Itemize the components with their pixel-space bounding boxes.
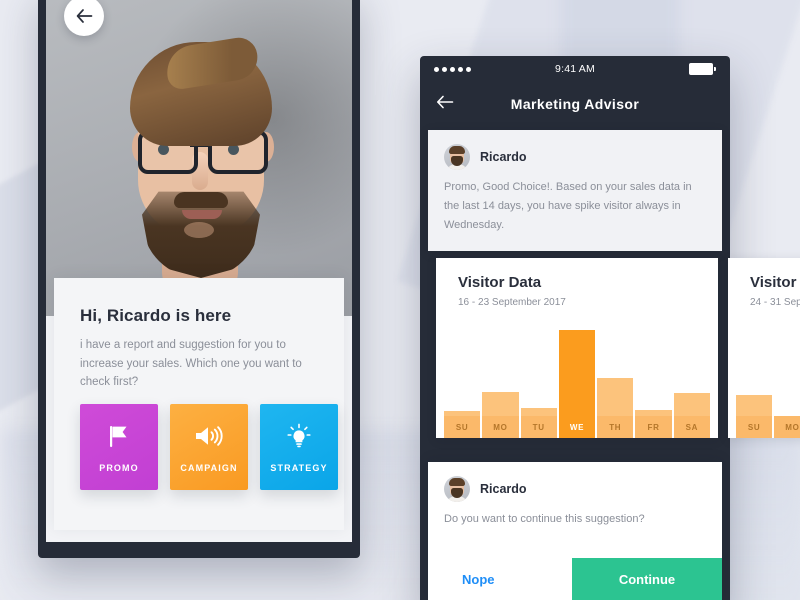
status-time: 9:41 AM bbox=[555, 63, 595, 75]
bar-label: WE bbox=[558, 416, 596, 438]
visitor-data-card-2[interactable]: Visitor Data 24 - 31 September SUMOTUWET… bbox=[728, 258, 800, 438]
arrow-left-icon bbox=[436, 95, 454, 114]
visitor-data-card-1[interactable]: Visitor Data 16 - 23 September 2017 SU MO… bbox=[436, 258, 718, 438]
bar-fill bbox=[736, 394, 773, 416]
flag-icon bbox=[108, 421, 130, 451]
bar-chart: SUMOTUWETHFRSA bbox=[444, 330, 710, 438]
bar-label: FR bbox=[635, 416, 672, 438]
promo-label: PROMO bbox=[99, 463, 139, 473]
phone-mockup-left: Hi, Ricardo is here i have a report and … bbox=[38, 0, 360, 558]
strategy-button[interactable]: STRATEGY bbox=[260, 404, 338, 490]
bar-fill bbox=[520, 407, 557, 416]
profile-photo bbox=[46, 0, 352, 316]
bar-label: TH bbox=[597, 416, 634, 438]
bar-column: SU bbox=[444, 330, 481, 438]
lightbulb-icon bbox=[286, 421, 312, 451]
decline-button[interactable]: Nope bbox=[428, 558, 572, 600]
confirm-header: Ricardo bbox=[428, 462, 722, 502]
confirm-text: Do you want to continue this suggestion? bbox=[444, 513, 645, 525]
confirm-author: Ricardo bbox=[480, 482, 527, 496]
strategy-label: STRATEGY bbox=[270, 463, 328, 473]
confirm-actions: Nope Continue bbox=[428, 558, 722, 600]
confirm-card: Ricardo Do you want to continue this sug… bbox=[428, 462, 722, 600]
bar-fill bbox=[673, 392, 710, 416]
battery-full-icon bbox=[646, 63, 716, 75]
nav-back-button[interactable] bbox=[436, 95, 454, 114]
campaign-button[interactable]: CAMPAIGN bbox=[170, 404, 248, 490]
action-tiles: PROMO CAMPAIGN STRATEGY bbox=[80, 404, 338, 490]
screenshot-canvas: Hi, Ricardo is here i have a report and … bbox=[0, 0, 800, 600]
phone-left-screen: Hi, Ricardo is here i have a report and … bbox=[46, 0, 352, 542]
bar-label: SA bbox=[673, 416, 710, 438]
bar-fill bbox=[558, 330, 596, 416]
bar-fill bbox=[597, 377, 634, 416]
chart-date-range: 24 - 31 September bbox=[750, 297, 800, 308]
bar-label: TU bbox=[520, 416, 557, 438]
promo-button[interactable]: PROMO bbox=[80, 404, 158, 490]
status-bar: 9:41 AM bbox=[420, 56, 730, 82]
signal-dots-icon bbox=[434, 66, 504, 72]
bar-label: MO bbox=[774, 416, 800, 438]
nav-bar: Marketing Advisor bbox=[420, 82, 730, 126]
bar-column: MO bbox=[774, 330, 800, 438]
intro-card: Hi, Ricardo is here i have a report and … bbox=[54, 278, 344, 530]
bar-column: FR bbox=[635, 330, 672, 438]
megaphone-icon bbox=[194, 421, 224, 451]
avatar bbox=[444, 144, 470, 170]
bar-column: SA bbox=[673, 330, 710, 438]
bar-label: MO bbox=[482, 416, 519, 438]
bar-chart: SUMOTUWETHFRSA bbox=[736, 330, 800, 438]
message-header: Ricardo bbox=[428, 130, 722, 170]
bar-column: TU bbox=[520, 330, 557, 438]
bar-fill bbox=[482, 391, 519, 416]
avatar bbox=[444, 476, 470, 502]
bar-column: TH bbox=[597, 330, 634, 438]
chart-date-range: 16 - 23 September 2017 bbox=[458, 297, 566, 308]
arrow-left-icon bbox=[76, 9, 93, 23]
chart-title: Visitor Data bbox=[750, 274, 800, 291]
chart-title: Visitor Data bbox=[458, 274, 542, 291]
message-text: Promo, Good Choice!. Based on your sales… bbox=[444, 181, 692, 231]
bar-column: SU bbox=[736, 330, 773, 438]
bar-label: SU bbox=[444, 416, 481, 438]
bar-label: SU bbox=[736, 416, 773, 438]
bar-column: WE bbox=[558, 330, 596, 438]
nav-title: Marketing Advisor bbox=[510, 96, 640, 112]
message-author: Ricardo bbox=[480, 150, 527, 164]
chat-message-card: Ricardo Promo, Good Choice!. Based on yo… bbox=[428, 130, 722, 251]
continue-button[interactable]: Continue bbox=[572, 558, 722, 600]
bar-column: MO bbox=[482, 330, 519, 438]
page-title: Hi, Ricardo is here bbox=[80, 306, 232, 325]
campaign-label: CAMPAIGN bbox=[180, 463, 238, 473]
intro-subtitle: i have a report and suggestion for you t… bbox=[80, 339, 302, 389]
